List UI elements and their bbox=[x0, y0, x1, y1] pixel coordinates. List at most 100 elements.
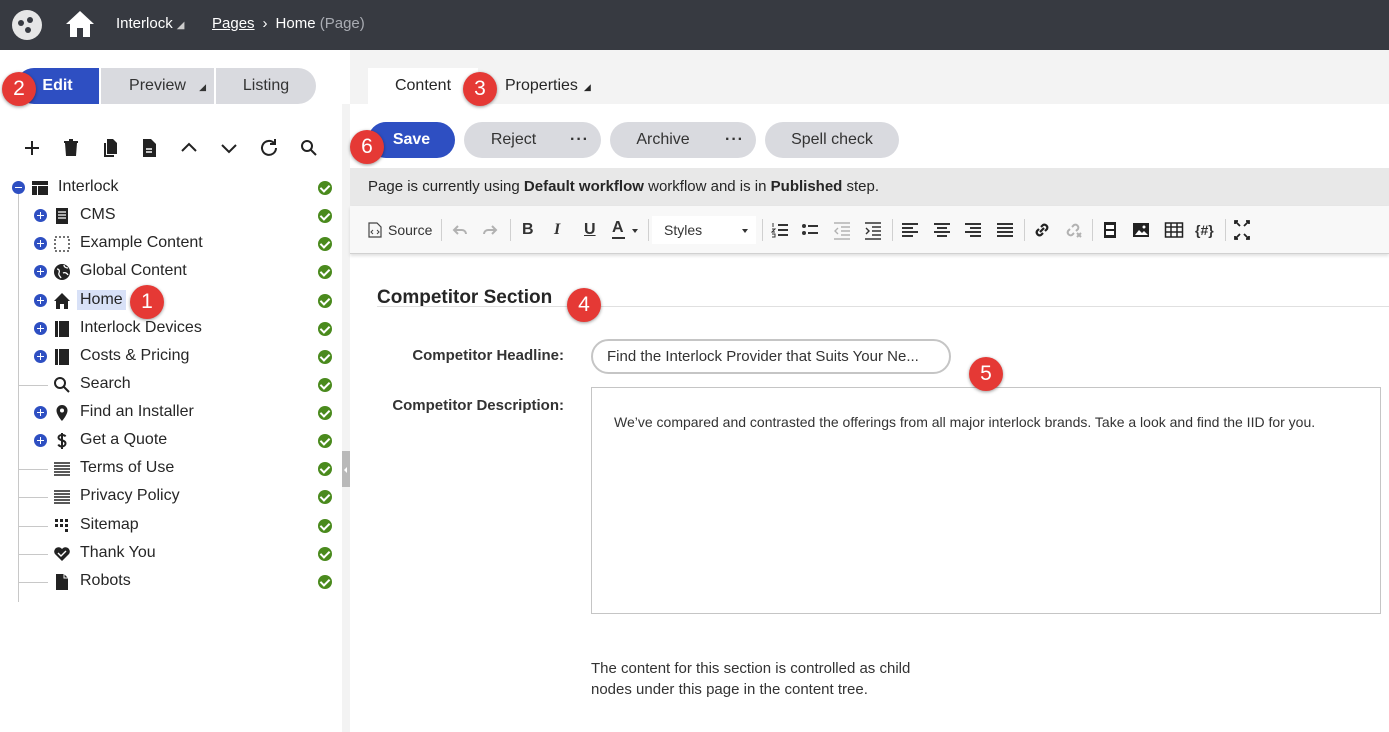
archive-button[interactable]: Archive ··· bbox=[610, 122, 756, 158]
published-check-icon bbox=[318, 519, 332, 533]
tree-node-interlock[interactable]: Interlock bbox=[0, 176, 342, 200]
logo-icon[interactable] bbox=[12, 10, 42, 40]
collapse-handle[interactable] bbox=[342, 451, 350, 487]
numbered-list-icon[interactable] bbox=[771, 218, 789, 242]
copy-icon[interactable] bbox=[98, 136, 122, 160]
macro-icon[interactable]: {#} bbox=[1195, 218, 1214, 242]
tree-node-interlock-devices[interactable]: Interlock Devices bbox=[0, 317, 342, 341]
site-selector[interactable]: Interlock ◢ bbox=[116, 15, 184, 32]
document-icon[interactable] bbox=[137, 136, 161, 160]
source-button[interactable]: Source bbox=[368, 218, 436, 242]
more-options-icon[interactable]: ··· bbox=[725, 122, 744, 158]
tree-node-label[interactable]: Terms of Use bbox=[77, 458, 177, 478]
tree-line bbox=[18, 554, 48, 555]
collapse-icon[interactable] bbox=[12, 181, 25, 194]
search-icon[interactable] bbox=[297, 136, 321, 160]
expand-icon[interactable] bbox=[34, 406, 47, 419]
expand-icon[interactable] bbox=[34, 237, 47, 250]
breadcrumb: Pages › Home (Page) bbox=[212, 15, 365, 32]
tree-node-label[interactable]: Example Content bbox=[77, 233, 206, 253]
image-icon[interactable] bbox=[1132, 218, 1150, 242]
tree-node-label[interactable]: Robots bbox=[77, 571, 134, 591]
align-right-icon[interactable] bbox=[964, 218, 982, 242]
tree-node-cms[interactable]: CMS bbox=[0, 204, 342, 228]
justify-icon[interactable] bbox=[996, 218, 1014, 242]
bold-icon[interactable]: B bbox=[522, 218, 534, 242]
trash-icon[interactable] bbox=[59, 136, 83, 160]
align-center-icon[interactable] bbox=[933, 218, 951, 242]
expand-icon[interactable] bbox=[34, 322, 47, 335]
tree-node-get-quote[interactable]: Get a Quote bbox=[0, 429, 342, 453]
tree-node-example-content[interactable]: Example Content bbox=[0, 232, 342, 256]
table-icon[interactable] bbox=[1164, 218, 1184, 242]
chevron-down-icon[interactable] bbox=[217, 136, 241, 160]
tree-node-thank-you[interactable]: Thank You bbox=[0, 542, 342, 566]
panel-splitter[interactable] bbox=[342, 104, 350, 732]
map-pin-icon bbox=[56, 405, 68, 421]
grid-icon bbox=[55, 519, 68, 532]
indent-icon[interactable] bbox=[864, 218, 882, 242]
unlink-icon[interactable] bbox=[1063, 218, 1083, 242]
tree-node-label[interactable]: CMS bbox=[77, 205, 119, 225]
competitor-headline-input[interactable]: Find the Interlock Provider that Suits Y… bbox=[591, 339, 951, 374]
redo-icon[interactable] bbox=[480, 218, 500, 242]
bulleted-list-icon[interactable] bbox=[801, 218, 819, 242]
tab-properties[interactable]: Properties ◢ bbox=[505, 68, 605, 104]
undo-icon[interactable] bbox=[450, 218, 470, 242]
tree-node-sitemap[interactable]: Sitemap bbox=[0, 514, 342, 538]
refresh-icon[interactable] bbox=[257, 136, 281, 160]
reject-button[interactable]: Reject ··· bbox=[464, 122, 601, 158]
tree-node-label[interactable]: Search bbox=[77, 374, 134, 394]
link-icon[interactable] bbox=[1032, 218, 1052, 242]
tree-node-search[interactable]: Search bbox=[0, 373, 342, 397]
tree-node-label[interactable]: Sitemap bbox=[77, 515, 142, 535]
tree-node-privacy[interactable]: Privacy Policy bbox=[0, 485, 342, 509]
workflow-middle: workflow and is in bbox=[643, 178, 771, 195]
tree-node-find-installer[interactable]: Find an Installer bbox=[0, 401, 342, 425]
expand-icon[interactable] bbox=[34, 209, 47, 222]
tab-preview[interactable]: Preview ◢ bbox=[99, 68, 214, 104]
tree-node-label[interactable]: Privacy Policy bbox=[77, 486, 183, 506]
tree-node-home[interactable]: Home bbox=[0, 289, 342, 313]
tree-node-label[interactable]: Global Content bbox=[77, 261, 190, 281]
expand-icon[interactable] bbox=[34, 265, 47, 278]
align-left-icon[interactable] bbox=[901, 218, 919, 242]
outdent-icon[interactable] bbox=[833, 218, 851, 242]
breadcrumb-current: Home bbox=[275, 15, 316, 32]
tree-node-robots[interactable]: Robots bbox=[0, 570, 342, 594]
tree-node-label[interactable]: Home bbox=[77, 290, 126, 310]
tree-node-label[interactable]: Get a Quote bbox=[77, 430, 170, 450]
published-check-icon bbox=[318, 322, 332, 336]
chevron-up-icon[interactable] bbox=[177, 136, 201, 160]
styles-dropdown[interactable]: Styles bbox=[652, 216, 756, 244]
tree-node-label[interactable]: Thank You bbox=[77, 543, 159, 563]
tree-node-label[interactable]: Interlock Devices bbox=[77, 318, 205, 338]
expand-icon[interactable] bbox=[34, 294, 47, 307]
tree-node-terms[interactable]: Terms of Use bbox=[0, 457, 342, 481]
tree-node-label[interactable]: Costs & Pricing bbox=[77, 346, 192, 366]
competitor-description-editor[interactable]: We’ve compared and contrasted the offeri… bbox=[591, 387, 1381, 614]
spell-check-button[interactable]: Spell check bbox=[765, 122, 899, 158]
tree-node-label[interactable]: Interlock bbox=[55, 177, 121, 197]
tree-node-global-content[interactable]: Global Content bbox=[0, 260, 342, 284]
text-color-icon[interactable]: A bbox=[612, 218, 642, 242]
tree-node-label[interactable]: Find an Installer bbox=[77, 402, 197, 422]
tree-node-costs-pricing[interactable]: Costs & Pricing bbox=[0, 345, 342, 369]
media-icon[interactable] bbox=[1101, 218, 1119, 242]
expand-icon[interactable] bbox=[34, 350, 47, 363]
caret-down-icon: ◢ bbox=[583, 82, 591, 92]
tab-listing[interactable]: Listing bbox=[214, 68, 316, 104]
more-options-icon[interactable]: ··· bbox=[570, 122, 589, 158]
italic-icon[interactable]: I bbox=[554, 218, 560, 242]
maximize-icon[interactable] bbox=[1233, 218, 1251, 242]
home-icon[interactable] bbox=[64, 9, 96, 39]
content-tree-panel: Interlock CMS Example Content Global Con… bbox=[0, 122, 342, 732]
underline-icon[interactable]: U bbox=[584, 218, 596, 242]
breadcrumb-type: (Page) bbox=[319, 15, 365, 32]
workflow-suffix: step. bbox=[842, 178, 880, 195]
expand-icon[interactable] bbox=[34, 434, 47, 447]
workflow-step: Published bbox=[770, 178, 843, 195]
breadcrumb-pages-link[interactable]: Pages bbox=[212, 15, 255, 32]
tab-content[interactable]: Content bbox=[368, 68, 478, 104]
plus-icon[interactable] bbox=[20, 136, 44, 160]
